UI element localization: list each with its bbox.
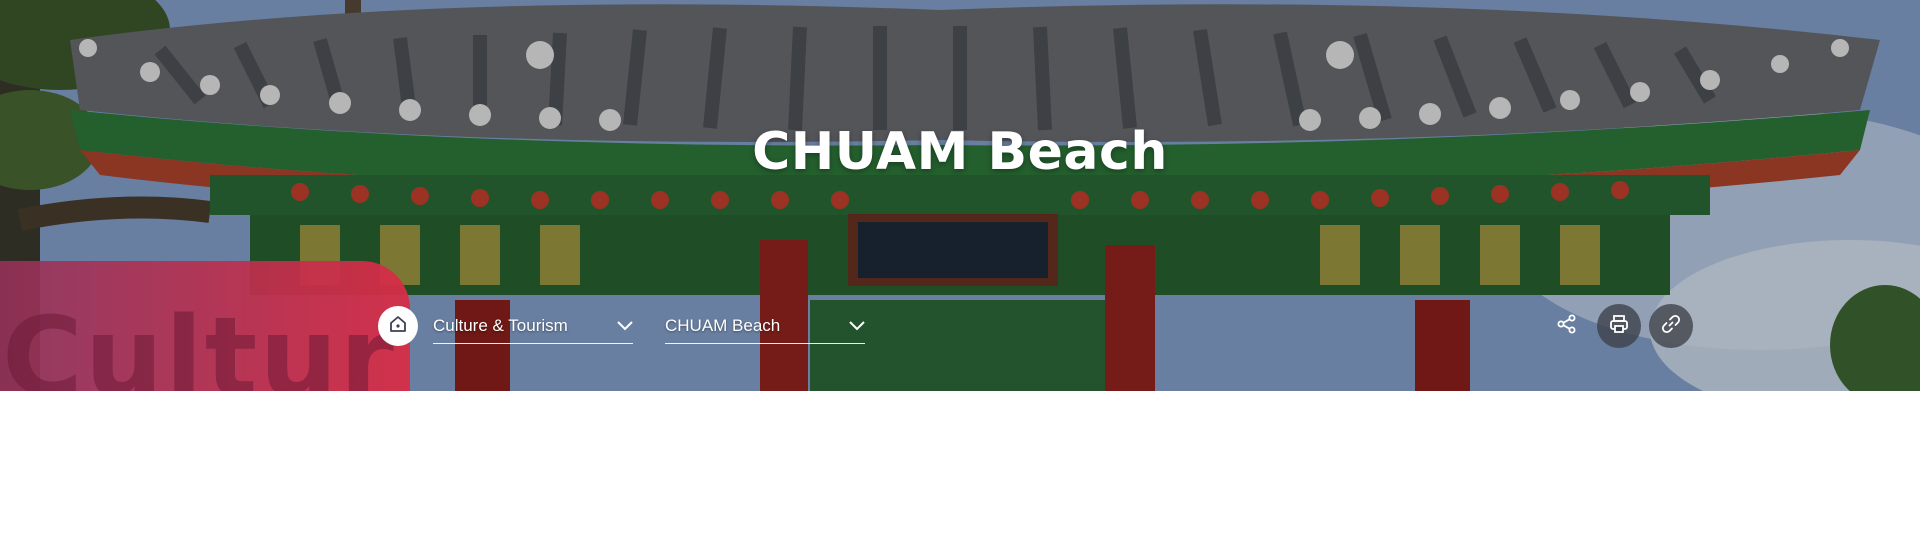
page-body (0, 391, 1920, 547)
home-icon (388, 314, 408, 339)
category-badge: Cultur (0, 261, 410, 391)
breadcrumb-page-label: CHUAM Beach (665, 315, 781, 335)
share-icon (1556, 313, 1578, 340)
breadcrumb-select-page[interactable]: CHUAM Beach (665, 309, 865, 344)
page-actions (1543, 304, 1693, 348)
printer-icon (1608, 313, 1630, 340)
home-button[interactable] (378, 306, 418, 346)
copy-link-button[interactable] (1649, 304, 1693, 348)
badge-watermark-text: Cultur (2, 293, 396, 391)
share-button[interactable] (1545, 304, 1589, 348)
link-icon (1660, 313, 1682, 340)
breadcrumb-select-category[interactable]: Culture & Tourism (433, 309, 633, 344)
chevron-down-icon (849, 316, 865, 336)
hero-banner: CHUAM Beach Cultur Culture & Tourism CHU… (0, 0, 1920, 391)
page-title: CHUAM Beach (752, 122, 1168, 182)
breadcrumb-category-label: Culture & Tourism (433, 315, 568, 335)
breadcrumb: Culture & Tourism CHUAM Beach (378, 306, 865, 346)
chevron-down-icon (617, 316, 633, 336)
print-button[interactable] (1597, 304, 1641, 348)
